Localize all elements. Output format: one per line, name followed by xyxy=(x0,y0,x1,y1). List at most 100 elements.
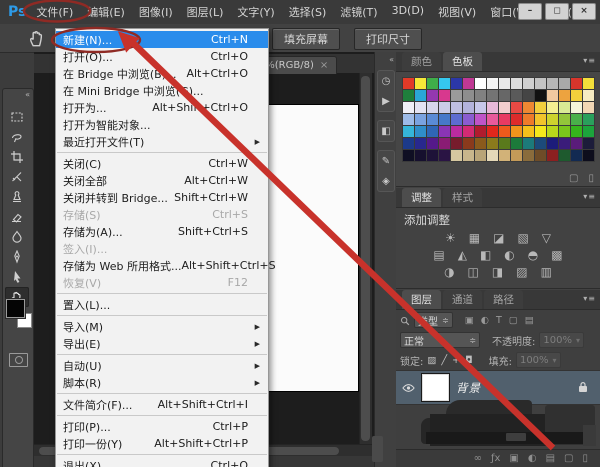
crop-tool[interactable] xyxy=(5,147,29,167)
filter-shape-icon[interactable]: ▢ xyxy=(509,315,518,326)
layers-tab-路径[interactable]: 路径 xyxy=(484,290,523,309)
swatch[interactable] xyxy=(499,126,510,137)
delete-layer-icon[interactable]: ▯ xyxy=(582,453,588,464)
layers-tab-图层[interactable]: 图层 xyxy=(402,290,441,309)
swatches-panel-menu-icon[interactable]: ▾≡ xyxy=(583,56,596,65)
file-menu-item-5[interactable]: 打开为...Alt+Shift+Ctrl+O xyxy=(56,99,268,116)
vertical-scrollbar[interactable] xyxy=(359,73,372,444)
swatch[interactable] xyxy=(487,78,498,89)
swatch[interactable] xyxy=(523,126,534,137)
swatch[interactable] xyxy=(427,138,438,149)
swatch[interactable] xyxy=(559,114,570,125)
swatch[interactable] xyxy=(403,102,414,113)
gradient-map-icon[interactable]: ▨ xyxy=(516,266,527,279)
swatch[interactable] xyxy=(403,90,414,101)
swatch[interactable] xyxy=(547,114,558,125)
curves-icon[interactable]: ◪ xyxy=(493,232,504,245)
swatch[interactable] xyxy=(451,114,462,125)
filter-type-icon[interactable]: T xyxy=(496,315,502,326)
threshold-icon[interactable]: ◨ xyxy=(492,266,503,279)
swatch[interactable] xyxy=(499,150,510,161)
file-menu-item-17[interactable]: 导入(M)▶ xyxy=(56,318,268,335)
swatch[interactable] xyxy=(403,78,414,89)
delete-swatch-icon[interactable]: ▯ xyxy=(588,173,594,184)
swatch[interactable] xyxy=(523,150,534,161)
menubar-item-5[interactable]: 文字(Y) xyxy=(237,4,274,20)
lock-position-icon[interactable]: + xyxy=(452,355,460,366)
layers-panel-menu-icon[interactable]: ▾≡ xyxy=(583,294,596,303)
file-menu-item-23[interactable]: 打印一份(Y)Alt+Shift+Ctrl+P xyxy=(56,435,268,452)
swatch[interactable] xyxy=(451,102,462,113)
swatch[interactable] xyxy=(427,126,438,137)
swatch[interactable] xyxy=(463,114,474,125)
file-menu-item-12[interactable]: 存储为(A)...Shift+Ctrl+S xyxy=(56,223,268,240)
swatch[interactable] xyxy=(439,138,450,149)
file-menu-item-19[interactable]: 自动(U)▶ xyxy=(56,357,268,374)
swatch[interactable] xyxy=(439,126,450,137)
swatch[interactable] xyxy=(499,102,510,113)
blur-tool[interactable] xyxy=(5,227,29,247)
menubar-item-2[interactable]: 编辑(E) xyxy=(87,4,125,20)
swatch[interactable] xyxy=(535,150,546,161)
swatch[interactable] xyxy=(475,126,486,137)
swatch[interactable] xyxy=(463,138,474,149)
file-menu-item-3[interactable]: 在 Bridge 中浏览(B)...Alt+Ctrl+O xyxy=(56,65,268,82)
posterize-icon[interactable]: ◫ xyxy=(468,266,479,279)
menubar-item-4[interactable]: 图层(L) xyxy=(187,4,224,20)
swatch[interactable] xyxy=(523,78,534,89)
swatch[interactable] xyxy=(571,126,582,137)
layers-tab-通道[interactable]: 通道 xyxy=(443,290,482,309)
swatch[interactable] xyxy=(559,102,570,113)
swatch[interactable] xyxy=(475,150,486,161)
swatch[interactable] xyxy=(475,78,486,89)
swatch[interactable] xyxy=(523,138,534,149)
swatch[interactable] xyxy=(415,78,426,89)
swatch[interactable] xyxy=(451,78,462,89)
new-adjustment-icon[interactable]: ◐ xyxy=(528,453,537,464)
file-menu-item-9[interactable]: 关闭全部Alt+Ctrl+W xyxy=(56,172,268,189)
file-menu-item-21[interactable]: 文件简介(F)...Alt+Shift+Ctrl+I xyxy=(56,396,268,413)
swatch[interactable] xyxy=(427,90,438,101)
swatch[interactable] xyxy=(427,114,438,125)
toolbar-collapse-icon[interactable]: « xyxy=(25,90,30,99)
vertical-scrollbar-thumb[interactable] xyxy=(361,76,370,441)
swatch[interactable] xyxy=(571,114,582,125)
new-swatch-icon[interactable]: ▢ xyxy=(569,173,578,184)
swatch[interactable] xyxy=(511,150,522,161)
actions-panel-icon[interactable]: ▶ xyxy=(378,91,394,111)
swatch[interactable] xyxy=(523,90,534,101)
file-menu-item-22[interactable]: 打印(P)...Ctrl+P xyxy=(56,418,268,435)
levels-icon[interactable]: ▦ xyxy=(469,232,480,245)
invert-icon[interactable]: ◑ xyxy=(444,266,454,279)
swatch[interactable] xyxy=(583,102,594,113)
file-menu-item-8[interactable]: 关闭(C)Ctrl+W xyxy=(56,155,268,172)
swatch[interactable] xyxy=(451,150,462,161)
exposure-icon[interactable]: ▧ xyxy=(517,232,528,245)
swatch[interactable] xyxy=(499,90,510,101)
swatch[interactable] xyxy=(475,138,486,149)
quick-mask-button[interactable] xyxy=(9,353,28,367)
swatch[interactable] xyxy=(487,138,498,149)
selective-color-icon[interactable]: ▥ xyxy=(541,266,552,279)
swatch[interactable] xyxy=(451,126,462,137)
swatch[interactable] xyxy=(499,78,510,89)
tool-presets-panel-icon[interactable]: ◈ xyxy=(378,171,394,191)
color-balance-icon[interactable]: ◭ xyxy=(458,249,467,262)
swatch[interactable] xyxy=(559,150,570,161)
swatch[interactable] xyxy=(511,138,522,149)
slice-tool[interactable] xyxy=(5,167,29,187)
menubar-item-7[interactable]: 滤镜(T) xyxy=(340,4,377,20)
document-close-icon[interactable]: × xyxy=(320,60,328,71)
swatch[interactable] xyxy=(403,150,414,161)
direct-selection-tool[interactable] xyxy=(5,267,29,287)
swatch[interactable] xyxy=(463,126,474,137)
foreground-color-swatch[interactable] xyxy=(6,299,25,318)
clone-stamp-tool[interactable] xyxy=(5,187,29,207)
swatch[interactable] xyxy=(583,114,594,125)
file-menu-item-18[interactable]: 导出(E)▶ xyxy=(56,335,268,352)
swatch[interactable] xyxy=(523,102,534,113)
swatch[interactable] xyxy=(427,102,438,113)
brightness-contrast-icon[interactable]: ☀ xyxy=(445,232,456,245)
file-menu-item-2[interactable]: 打开(O)...Ctrl+O xyxy=(56,48,268,65)
option-button-1[interactable]: 填充屏幕 xyxy=(272,28,340,50)
